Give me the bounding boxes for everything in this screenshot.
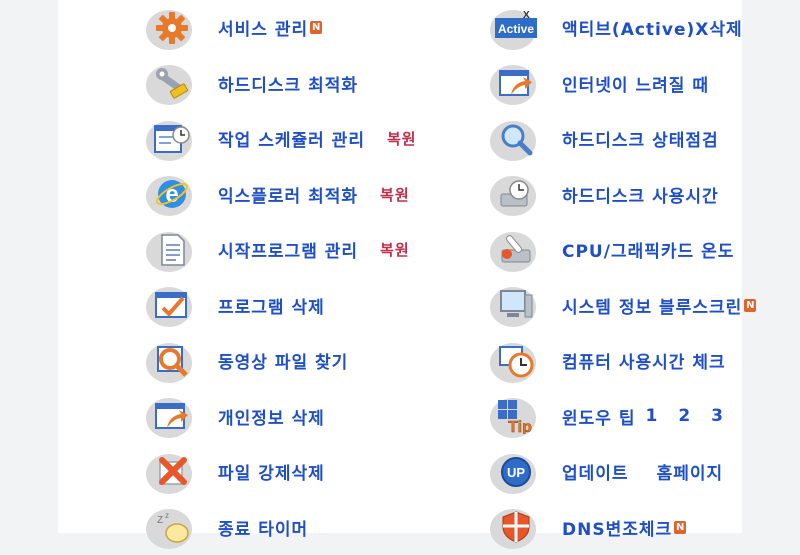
gear-icon	[142, 4, 202, 52]
menu-startup-programs[interactable]: 시작프로그램 관리 복원	[142, 222, 417, 278]
windows-tip-icon: Tip	[486, 392, 546, 440]
menu-label: 윈도우 팁	[562, 404, 635, 429]
thermometer-icon	[486, 226, 546, 274]
menu-task-scheduler[interactable]: 작업 스케쥴러 관리 복원	[142, 111, 417, 167]
disk-clock-icon	[486, 170, 546, 218]
menu-cpu-gpu-temp[interactable]: CPU/그래픽카드 온도	[486, 222, 756, 278]
menu-label: 업데이트	[562, 459, 629, 484]
sleep-bubble-icon: Zz	[142, 503, 202, 551]
right-menu: ActiveX 액티브(Active)X삭제 인터넷이 느려질 때 하드디스크 …	[486, 0, 756, 555]
document-icon	[142, 226, 202, 274]
tip-link-2[interactable]: 2	[678, 406, 691, 426]
menu-label: 개인정보 삭제	[218, 404, 325, 429]
wrench-icon	[142, 59, 202, 107]
menu-label: 작업 스케쥴러 관리	[218, 126, 365, 151]
menu-label: 동영상 파일 찾기	[218, 348, 348, 373]
restore-link[interactable]: 복원	[387, 128, 417, 149]
menu-disk-optimize[interactable]: 하드디스크 최적화	[142, 56, 417, 112]
left-menu: 서비스 관리N 하드디스크 최적화 작업 스케쥴러 관리복원 e 익스플로러 최…	[142, 0, 417, 555]
menu-label: 하드디스크 상태점검	[562, 126, 719, 151]
shield-icon	[486, 503, 546, 551]
menu-pc-usage-time[interactable]: 컴퓨터 사용시간 체크	[486, 333, 756, 389]
menu-ie-optimize[interactable]: e 익스플로러 최적화 복원	[142, 167, 417, 223]
menu-label: CPU/그래픽카드 온도	[562, 237, 734, 262]
menu-label: 액티브(Active)X삭제	[562, 15, 743, 40]
svg-text:Active: Active	[498, 22, 534, 36]
svg-text:Z: Z	[157, 515, 163, 526]
menu-label: 컴퓨터 사용시간 체크	[562, 348, 726, 373]
menu-shutdown-timer[interactable]: Zz 종료 타이머	[142, 500, 417, 555]
restore-link[interactable]: 복원	[380, 239, 410, 260]
red-x-icon	[142, 448, 202, 496]
menu-dns-check[interactable]: DNS변조체크N	[486, 500, 756, 555]
homepage-link[interactable]: 홈페이지	[657, 459, 724, 484]
browser-arrow-icon	[486, 59, 546, 107]
menu-label: 시스템 정보 블루스크린	[562, 293, 742, 318]
menu-label: 서비스 관리	[218, 15, 308, 40]
new-badge: N	[744, 299, 756, 312]
activex-icon: ActiveX	[486, 4, 546, 52]
menu-label: 하드디스크 최적화	[218, 71, 358, 96]
new-badge: N	[310, 21, 322, 34]
menu-windows-tip[interactable]: Tip 윈도우 팁 1 2 3	[486, 389, 756, 445]
menu-label: 익스플로러 최적화	[218, 182, 358, 207]
svg-text:Tip: Tip	[508, 419, 532, 434]
menu-label: 하드디스크 사용시간	[562, 182, 719, 207]
computer-icon	[486, 281, 546, 329]
disk-magnifier-icon	[486, 115, 546, 163]
menu-video-search[interactable]: 동영상 파일 찾기	[142, 333, 417, 389]
menu-label: 인터넷이 느려질 때	[562, 71, 709, 96]
menu-disk-health[interactable]: 하드디스크 상태점검	[486, 111, 756, 167]
svg-text:X: X	[523, 10, 530, 21]
magnifier-icon	[142, 337, 202, 385]
scheduler-clock-icon	[142, 115, 202, 163]
menu-label: DNS변조체크	[562, 515, 672, 540]
tool-panel: 서비스 관리N 하드디스크 최적화 작업 스케쥴러 관리복원 e 익스플로러 최…	[58, 0, 742, 533]
menu-label: 파일 강제삭제	[218, 459, 325, 484]
tip-link-3[interactable]: 3	[711, 406, 724, 426]
menu-force-delete[interactable]: 파일 강제삭제	[142, 444, 417, 500]
menu-internet-slow[interactable]: 인터넷이 느려질 때	[486, 56, 756, 112]
menu-service-manage[interactable]: 서비스 관리N	[142, 0, 417, 56]
menu-program-uninstall[interactable]: 프로그램 삭제	[142, 278, 417, 334]
tip-link-1[interactable]: 1	[645, 406, 658, 426]
menu-label: 시작프로그램 관리	[218, 237, 358, 262]
update-icon: UP	[486, 448, 546, 496]
svg-text:UP: UP	[507, 465, 525, 480]
menu-privacy-delete[interactable]: 개인정보 삭제	[142, 389, 417, 445]
menu-activex-delete[interactable]: ActiveX 액티브(Active)X삭제	[486, 0, 756, 56]
window-arrow-icon	[142, 392, 202, 440]
menu-update[interactable]: UP 업데이트 홈페이지	[486, 444, 756, 500]
menu-label: 종료 타이머	[218, 515, 308, 540]
new-badge: N	[674, 521, 686, 534]
svg-text:z: z	[165, 511, 169, 520]
menu-disk-usage-time[interactable]: 하드디스크 사용시간	[486, 167, 756, 223]
restore-link[interactable]: 복원	[380, 184, 410, 205]
menu-system-info[interactable]: 시스템 정보 블루스크린N	[486, 278, 756, 334]
menu-label: 프로그램 삭제	[218, 293, 325, 318]
internet-explorer-icon: e	[142, 170, 202, 218]
checklist-icon	[142, 281, 202, 329]
clock-icon	[486, 337, 546, 385]
